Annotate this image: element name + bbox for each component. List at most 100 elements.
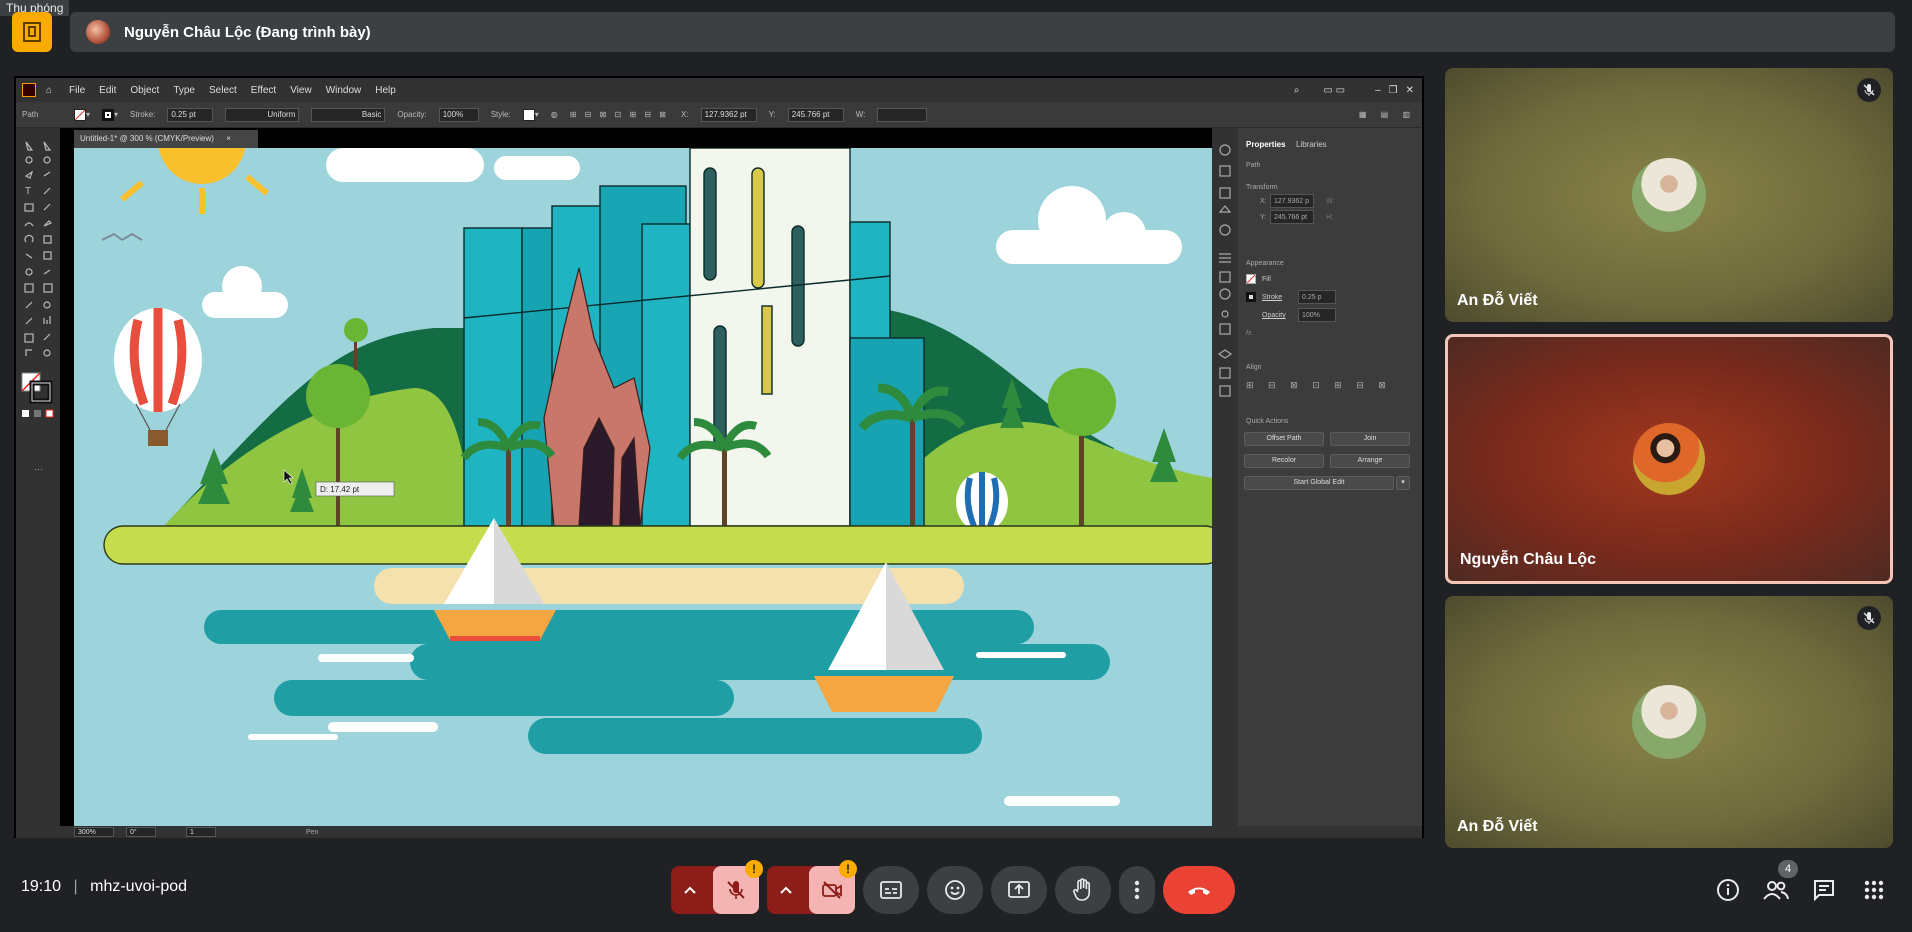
workspace-icon[interactable]: ▭ ▭ — [1323, 85, 1345, 96]
participant-avatar — [1632, 685, 1706, 759]
brush-select[interactable]: Basic — [311, 107, 386, 122]
fill-label: Fill — [1262, 276, 1271, 283]
more-options-button[interactable] — [1119, 866, 1155, 914]
panel-y-field[interactable]: 245.766 pt — [1270, 210, 1314, 224]
raise-hand-icon — [1073, 878, 1090, 901]
more-vert-icon — [1134, 880, 1140, 900]
dock-icons[interactable] — [1212, 128, 1238, 488]
close-doc-icon[interactable]: × — [226, 134, 231, 143]
stroke-label: Stroke: — [130, 110, 156, 119]
opacity-field[interactable]: 100% — [438, 107, 479, 122]
stroke-label-panel[interactable]: Stroke — [1262, 294, 1282, 301]
menu-window[interactable]: Window — [326, 85, 362, 96]
style-swatch[interactable]: ▾ — [522, 108, 539, 121]
camera-warning-badge: ! — [839, 860, 857, 878]
mic-off-icon — [1857, 606, 1881, 630]
menu-object[interactable]: Object — [130, 85, 159, 96]
recolor-button[interactable]: Recolor — [1244, 454, 1324, 468]
home-icon[interactable]: ⌂ — [46, 85, 52, 96]
distance-tooltip: D: 17.42 pt — [320, 485, 360, 494]
appearance-heading: Appearance — [1246, 260, 1284, 267]
menu-help[interactable]: Help — [375, 85, 396, 96]
present-screen-button[interactable] — [991, 866, 1047, 914]
clock: 19:10 — [21, 878, 62, 895]
participant-tile[interactable]: An Đỗ Viết — [1445, 596, 1893, 848]
people-button[interactable]: 4 — [1758, 860, 1798, 908]
tab-libraries[interactable]: Libraries — [1296, 140, 1327, 149]
participant-name: Nguyễn Châu Lộc — [1460, 551, 1597, 568]
w-label: W: — [855, 110, 866, 119]
ai-app-icon — [22, 83, 36, 97]
illustrator-control-bar: Path ▾ ▾ Stroke: 0.25 pt Uniform Basic O… — [16, 102, 1422, 128]
participant-tile[interactable]: An Đỗ Viết — [1445, 68, 1893, 322]
shared-screen: ⌂ File Edit Object Type Select Effect Vi… — [14, 76, 1424, 838]
w-field[interactable] — [877, 107, 928, 122]
menu-select[interactable]: Select — [209, 85, 237, 96]
restore-window-icon[interactable]: ❐ — [1389, 85, 1398, 96]
document-tab[interactable]: Untitled-1* @ 300 % (CMYK/Preview) × — [74, 130, 258, 148]
stroke-weight-panel[interactable]: 0.25 p — [1298, 290, 1336, 304]
stroke-weight-field[interactable]: 0.25 pt — [167, 107, 214, 122]
activities-button[interactable] — [1856, 872, 1892, 908]
recolor-icon[interactable]: ◍ — [551, 110, 558, 119]
selection-path-label: Path — [1246, 162, 1261, 169]
stroke-profile-select[interactable]: Uniform — [225, 107, 300, 122]
mic-off-icon — [1857, 78, 1881, 102]
illustration: D: 17.42 pt — [101, 148, 1212, 806]
align-icons[interactable]: ⊞ ⊟ ⊠ ⊡ ⊞ ⊟ ⊠ — [570, 110, 669, 119]
y-field[interactable]: 245.766 pt — [787, 107, 844, 122]
offset-path-button[interactable]: Offset Path — [1244, 432, 1324, 446]
search-icon[interactable]: ⌕ — [1294, 85, 1300, 96]
zoom-field[interactable]: 300% — [74, 827, 114, 837]
chat-button[interactable] — [1806, 872, 1842, 908]
join-button[interactable]: Join — [1330, 432, 1410, 446]
reactions-button[interactable] — [927, 866, 983, 914]
participant-name: An Đỗ Viết — [1457, 292, 1538, 309]
menu-effect[interactable]: Effect — [251, 85, 276, 96]
menu-edit[interactable]: Edit — [99, 85, 116, 96]
rotate-field[interactable]: 0° — [126, 827, 156, 837]
arrange-button[interactable]: Arrange — [1330, 454, 1410, 468]
menu-file[interactable]: File — [69, 85, 85, 96]
artboard-field[interactable]: 1 — [186, 827, 216, 837]
participant-tile-active[interactable]: Nguyễn Châu Lộc — [1445, 334, 1893, 584]
start-global-edit-button[interactable]: Start Global Edit — [1244, 476, 1394, 490]
camera-options-chevron-icon[interactable] — [767, 866, 805, 914]
x-field[interactable]: 127.9362 pt — [700, 107, 757, 122]
opacity-label-panel[interactable]: Opacity — [1262, 312, 1286, 319]
meeting-info-button[interactable] — [1710, 872, 1746, 908]
panel-x-label: X: — [1260, 198, 1267, 205]
align-buttons[interactable]: ⊞ ⊟ ⊠ ⊡ ⊞ ⊟ ⊠ — [1246, 380, 1392, 391]
opacity-panel-field[interactable]: 100% — [1298, 308, 1336, 322]
fill-swatch[interactable]: ▾ — [74, 108, 90, 121]
tab-properties[interactable]: Properties — [1246, 140, 1286, 149]
menu-view[interactable]: View — [290, 85, 312, 96]
global-edit-dropdown[interactable]: ▾ — [1396, 476, 1410, 490]
leave-call-button[interactable] — [1163, 866, 1235, 914]
stroke-swatch-panel[interactable] — [1246, 292, 1256, 302]
emoji-icon — [945, 880, 965, 900]
raise-hand-button[interactable] — [1055, 866, 1111, 914]
sun-icon — [120, 148, 269, 214]
captions-button[interactable] — [863, 866, 919, 914]
mic-options-chevron-icon[interactable] — [671, 866, 709, 914]
artboard-canvas[interactable]: D: 17.42 pt — [74, 148, 1212, 828]
buildings — [463, 148, 925, 527]
close-window-icon[interactable]: ✕ — [1406, 85, 1414, 96]
minimize-window-icon[interactable]: – — [1375, 85, 1381, 96]
panel-dock[interactable] — [1212, 128, 1238, 828]
participant-count-badge: 4 — [1778, 860, 1798, 878]
participant-avatar — [1632, 158, 1706, 232]
panel-h-label: H: — [1326, 214, 1333, 221]
arrange-documents-icon[interactable]: ▦ ▤ ▥ — [1359, 110, 1416, 119]
status-bar: 300% 0° 1 Pen — [16, 826, 1422, 838]
menu-type[interactable]: Type — [173, 85, 195, 96]
tool-icons[interactable]: T ··· — [16, 128, 60, 528]
fill-swatch-panel[interactable] — [1246, 274, 1256, 284]
opacity-label: Opacity: — [397, 110, 427, 119]
panel-x-field[interactable]: 127.9362 p — [1270, 194, 1314, 208]
presenter-bar[interactable]: Nguyễn Châu Lộc (Đang trình bày) — [70, 12, 1895, 52]
quick-actions-heading: Quick Actions — [1246, 418, 1289, 425]
fx-icon[interactable]: fx. — [1246, 330, 1253, 337]
stroke-swatch[interactable]: ▾ — [102, 108, 118, 121]
